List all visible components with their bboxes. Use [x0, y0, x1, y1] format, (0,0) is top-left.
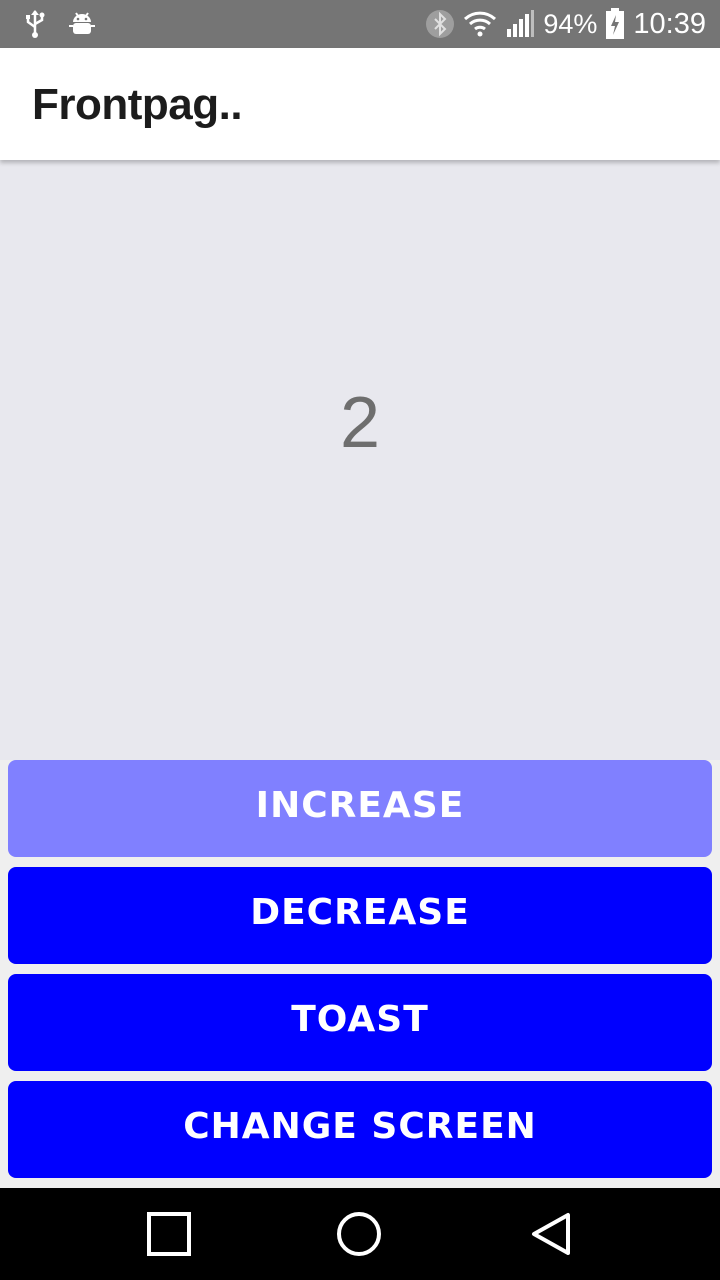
back-triangle-icon[interactable]: [521, 1204, 581, 1264]
toast-button[interactable]: TOAST: [8, 974, 712, 1071]
battery-charging-icon: [605, 8, 625, 40]
toast-button-label: TOAST: [291, 999, 429, 1040]
clock-time: 10:39: [633, 7, 706, 40]
status-left-icons: [24, 0, 96, 48]
increase-button[interactable]: INCREASE: [8, 760, 712, 857]
battery-percent: 94%: [543, 8, 598, 39]
decrease-button-label: DECREASE: [250, 892, 470, 933]
recents-square-icon[interactable]: [139, 1204, 199, 1264]
counter-value: 2: [339, 383, 381, 463]
increase-button-label: INCREASE: [255, 785, 465, 826]
status-right-icons: 94% 10:39: [425, 0, 706, 48]
main-content: 2: [0, 160, 720, 760]
decrease-button[interactable]: DECREASE: [8, 867, 712, 964]
change-screen-button-label: CHANGE SCREEN: [183, 1106, 537, 1147]
page-title: Frontpag..: [32, 80, 243, 129]
app-bar: Frontpag..: [0, 48, 720, 160]
signal-icon: [505, 9, 535, 39]
status-bar: 94% 10:39: [0, 0, 720, 48]
wifi-icon: [463, 10, 497, 38]
usb-icon: [24, 9, 46, 39]
navigation-bar: [0, 1188, 720, 1280]
android-debug-icon: [68, 10, 96, 38]
home-circle-icon[interactable]: [329, 1204, 389, 1264]
bluetooth-icon: [425, 9, 455, 39]
change-screen-button[interactable]: CHANGE SCREEN: [8, 1081, 712, 1178]
button-area: INCREASE DECREASE TOAST CHANGE SCREEN: [0, 760, 720, 1188]
